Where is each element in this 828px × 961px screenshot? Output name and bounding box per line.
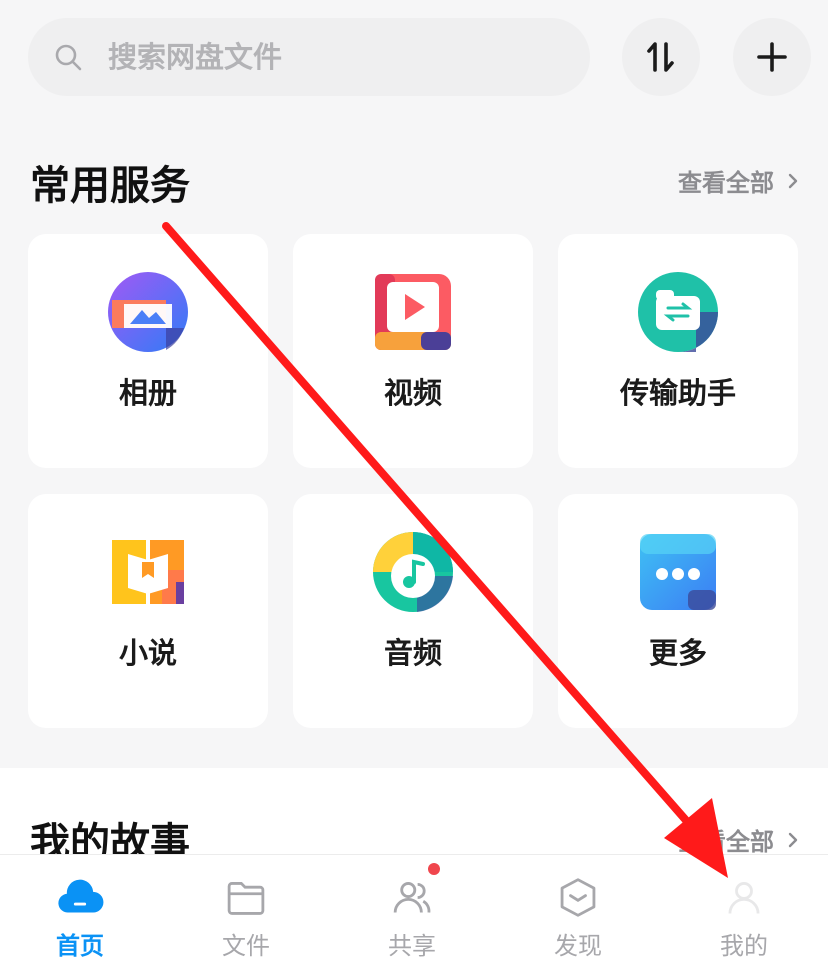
home-cloud-icon bbox=[58, 879, 104, 913]
audio-music-icon bbox=[373, 532, 453, 612]
service-label-novel: 小说 bbox=[118, 636, 177, 670]
add-button[interactable] bbox=[733, 18, 811, 96]
service-label-audio: 音频 bbox=[383, 636, 442, 670]
service-card-more[interactable]: 更多 bbox=[558, 494, 798, 728]
nav-item-files[interactable]: 文件 bbox=[186, 855, 306, 961]
share-notification-badge bbox=[428, 863, 440, 875]
nav-label-profile: 我的 bbox=[720, 932, 768, 960]
photo-album-icon bbox=[108, 272, 188, 352]
nav-item-profile[interactable]: 我的 bbox=[684, 855, 804, 961]
more-dots-icon bbox=[640, 534, 716, 610]
nav-label-discover: 发现 bbox=[554, 932, 602, 960]
transfer-assistant-icon bbox=[638, 272, 718, 352]
my-story-see-all[interactable]: 查看全部 bbox=[678, 822, 802, 857]
bottom-nav: 首页 文件 共享 发现 我的 bbox=[0, 854, 828, 961]
nav-item-discover[interactable]: 发现 bbox=[518, 855, 638, 961]
service-label-album: 相册 bbox=[118, 376, 177, 410]
service-label-video: 视频 bbox=[383, 376, 442, 410]
common-services-see-all[interactable]: 查看全部 bbox=[678, 163, 802, 198]
discover-box-icon bbox=[560, 878, 596, 917]
nav-label-share: 共享 bbox=[388, 932, 436, 960]
nav-item-home[interactable]: 首页 bbox=[20, 855, 140, 961]
nav-label-home: 首页 bbox=[56, 932, 104, 960]
search-input[interactable] bbox=[106, 39, 530, 75]
nav-item-share[interactable]: 共享 bbox=[352, 855, 472, 961]
sort-arrows-icon bbox=[647, 42, 674, 72]
search-bar[interactable] bbox=[28, 18, 590, 96]
service-card-video[interactable]: 视频 bbox=[293, 234, 533, 468]
profile-icon bbox=[728, 882, 760, 914]
service-card-novel[interactable]: 小说 bbox=[28, 494, 268, 728]
novel-book-icon bbox=[112, 540, 184, 604]
common-services-title: 常用服务 bbox=[30, 163, 190, 209]
service-label-more: 更多 bbox=[648, 636, 707, 670]
service-card-transfer[interactable]: 传输助手 bbox=[558, 234, 798, 468]
plus-icon bbox=[757, 42, 787, 72]
service-card-album[interactable]: 相册 bbox=[28, 234, 268, 468]
nav-label-files: 文件 bbox=[222, 932, 270, 960]
sort-button[interactable] bbox=[622, 18, 700, 96]
folder-icon bbox=[227, 882, 265, 915]
chevron-right-icon bbox=[788, 173, 798, 188]
chevron-right-icon bbox=[788, 832, 798, 847]
video-play-icon bbox=[375, 274, 451, 350]
service-label-transfer: 传输助手 bbox=[619, 376, 736, 410]
share-people-icon bbox=[393, 882, 431, 913]
see-all-label: 查看全部 bbox=[678, 828, 774, 856]
service-card-audio[interactable]: 音频 bbox=[293, 494, 533, 728]
search-icon bbox=[55, 44, 82, 71]
see-all-label: 查看全部 bbox=[678, 169, 774, 197]
